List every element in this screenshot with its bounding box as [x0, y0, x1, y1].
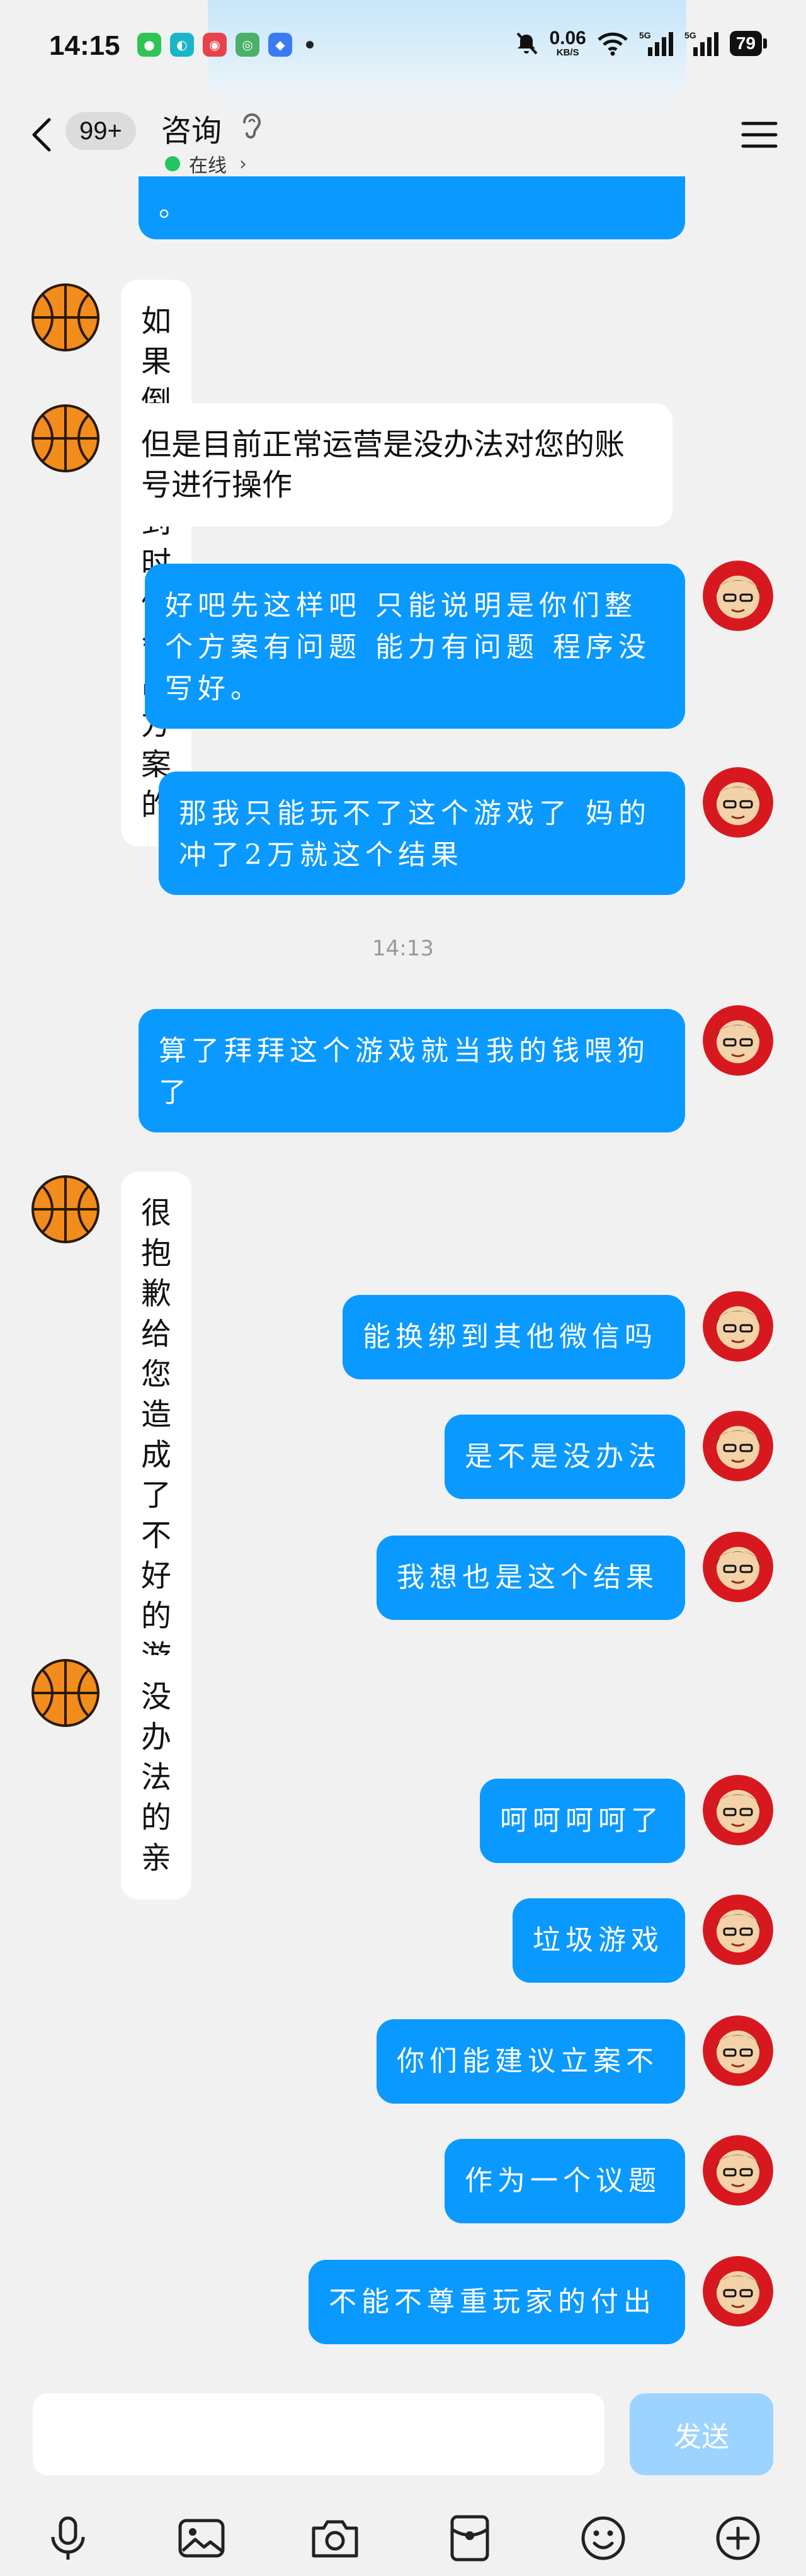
- red-packet-icon[interactable]: [445, 2513, 495, 2563]
- online-dot-icon: [165, 156, 180, 171]
- message-bubble[interactable]: 没办法的亲: [121, 1655, 192, 1900]
- user-avatar[interactable]: [703, 1005, 773, 1076]
- ear-icon: [243, 113, 261, 139]
- user-avatar[interactable]: [703, 1895, 773, 1965]
- wechat-icon: ●: [137, 33, 161, 57]
- chat-title: 咨询: [161, 113, 222, 149]
- signal-icon-1: 5G: [639, 30, 673, 56]
- message-bubble[interactable]: 不能不尊重玩家的付出: [309, 2260, 685, 2344]
- message-bubble[interactable]: 垃圾游戏: [513, 1898, 685, 1983]
- message-bubble[interactable]: 好吧先这样吧 只能说明是你们整个方案有问题 能力有问题 程序没写好。: [145, 564, 685, 729]
- status-time: 14:15: [49, 30, 120, 61]
- user-avatar[interactable]: [703, 1411, 773, 1481]
- online-status-label: 在线: [189, 155, 227, 177]
- user-avatar[interactable]: [703, 1532, 773, 1602]
- more-notifications-dot: [306, 41, 314, 48]
- back-arrow-icon[interactable]: [28, 116, 55, 154]
- send-button[interactable]: 发送: [630, 2393, 773, 2475]
- chat-header: 99+ 咨询 在线 ›: [0, 101, 806, 189]
- user-avatar[interactable]: [703, 2015, 773, 2086]
- camera-icon[interactable]: [310, 2513, 360, 2563]
- online-status[interactable]: 在线 ›: [165, 150, 247, 178]
- user-avatar[interactable]: [703, 561, 773, 631]
- status-bar: 14:15 ● ◐ ◉ ◎ ◆ 0.06 KB/S 5G 5G 79: [0, 0, 806, 101]
- basketball-avatar[interactable]: [30, 403, 101, 474]
- message-bubble[interactable]: 呵呵呵呵了: [480, 1779, 685, 1863]
- menu-icon[interactable]: [741, 120, 778, 150]
- message-timestamp: 14:13: [372, 936, 434, 961]
- status-app-icons: ● ◐ ◉ ◎ ◆: [137, 33, 314, 57]
- svg-text:5G: 5G: [684, 30, 696, 40]
- user-avatar[interactable]: [703, 767, 773, 838]
- weibo-icon: ◉: [203, 33, 227, 57]
- user-avatar[interactable]: [703, 1291, 773, 1362]
- basketball-avatar[interactable]: [30, 1174, 101, 1245]
- svg-text:5G: 5G: [639, 30, 651, 40]
- net-speed: 0.06 KB/S: [549, 28, 586, 58]
- emoji-icon[interactable]: [578, 2513, 628, 2563]
- message-icon: ◐: [170, 33, 194, 57]
- message-bubble[interactable]: 但是目前正常运营是没办法对您的账号进行操作: [121, 403, 673, 527]
- image-icon[interactable]: [176, 2513, 227, 2563]
- mobile-icon: ◎: [236, 33, 259, 57]
- microphone-icon[interactable]: [43, 2513, 93, 2563]
- message-bubble[interactable]: 你们能建议立案不: [377, 2019, 685, 2104]
- message-input[interactable]: [33, 2393, 604, 2475]
- mute-icon: [516, 32, 538, 54]
- message-list[interactable]: 。 如果倒闭了到时候会出方案的 但是目前正常运营是没办法对您的账号进行操作 好吧…: [0, 176, 806, 2374]
- status-indicators: 0.06 KB/S 5G 5G 79: [514, 28, 768, 58]
- message-bubble[interactable]: 作为一个议题: [445, 2139, 685, 2223]
- message-bubble[interactable]: 我想也是这个结果: [377, 1536, 685, 1620]
- message-bubble[interactable]: 。: [139, 176, 685, 239]
- user-avatar[interactable]: [703, 2256, 773, 2327]
- basketball-avatar[interactable]: [30, 282, 101, 353]
- battery-indicator: 79: [729, 30, 768, 56]
- user-avatar[interactable]: [703, 2135, 773, 2206]
- signal-icon-2: 5G: [684, 30, 718, 56]
- message-bubble[interactable]: 如果倒闭了到时候会出方案的: [121, 280, 192, 846]
- basketball-avatar[interactable]: [30, 1658, 101, 1728]
- message-bubble[interactable]: 是不是没办法: [445, 1415, 685, 1499]
- plus-icon[interactable]: [713, 2513, 763, 2563]
- message-bubble[interactable]: 那我只能玩不了这个游戏了 妈的冲了2万就这个结果: [159, 772, 685, 895]
- message-bubble[interactable]: 算了拜拜这个游戏就当我的钱喂狗了: [139, 1009, 685, 1132]
- composer-toolbar: [0, 2507, 806, 2570]
- message-bubble[interactable]: 能换绑到其他微信吗: [343, 1295, 685, 1379]
- chevron-right-icon: ›: [239, 152, 247, 175]
- unread-count-badge[interactable]: 99+: [65, 112, 136, 150]
- composer: 发送: [0, 2374, 806, 2576]
- user-avatar[interactable]: [703, 1775, 773, 1845]
- app-icon: ◆: [268, 33, 292, 57]
- wifi-icon: [598, 32, 628, 55]
